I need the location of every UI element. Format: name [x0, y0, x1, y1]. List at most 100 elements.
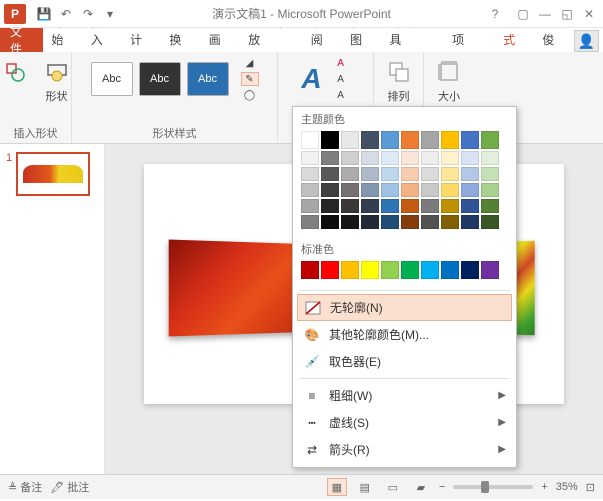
color-swatch[interactable] [401, 131, 419, 149]
color-swatch[interactable] [361, 131, 379, 149]
zoom-slider[interactable] [453, 485, 533, 489]
comments-button[interactable]: 🖊 批注 [50, 479, 89, 495]
arrange-button[interactable]: 排列 [379, 56, 419, 106]
arrows-item[interactable]: ⇄ 箭头(R) ▶ [293, 436, 516, 463]
color-swatch[interactable] [421, 151, 439, 165]
style-swatch-1[interactable]: Abc [91, 62, 133, 96]
color-swatch[interactable] [381, 131, 399, 149]
color-swatch[interactable] [441, 183, 459, 197]
color-swatch[interactable] [341, 167, 359, 181]
text-effects-button[interactable]: A [332, 88, 350, 102]
tab-file[interactable]: 文件 [0, 28, 43, 52]
shape-outline-button[interactable]: ✎ [241, 72, 259, 86]
color-swatch[interactable] [361, 215, 379, 229]
close-icon[interactable]: ✕ [579, 4, 599, 24]
color-swatch[interactable] [321, 151, 339, 165]
restore-icon[interactable]: ◱ [557, 4, 577, 24]
color-swatch[interactable] [361, 151, 379, 165]
shapes-gallery-button[interactable] [0, 56, 35, 106]
color-swatch[interactable] [381, 215, 399, 229]
color-swatch[interactable] [361, 261, 379, 279]
text-fill-button[interactable]: A [332, 56, 350, 70]
dashes-item[interactable]: ┅ 虚线(S) ▶ [293, 409, 516, 436]
color-swatch[interactable] [321, 183, 339, 197]
shapes-button[interactable]: 形状 [37, 56, 77, 106]
color-swatch[interactable] [401, 151, 419, 165]
color-swatch[interactable] [381, 261, 399, 279]
color-swatch[interactable] [421, 183, 439, 197]
redo-icon[interactable]: ↷ [78, 4, 98, 24]
color-swatch[interactable] [341, 183, 359, 197]
color-swatch[interactable] [461, 261, 479, 279]
color-swatch[interactable] [421, 261, 439, 279]
color-swatch[interactable] [361, 183, 379, 197]
undo-icon[interactable]: ↶ [56, 4, 76, 24]
color-swatch[interactable] [481, 215, 499, 229]
color-swatch[interactable] [461, 215, 479, 229]
minimize-icon[interactable]: — [535, 4, 555, 24]
color-swatch[interactable] [421, 199, 439, 213]
slide-image-left[interactable] [169, 240, 310, 337]
color-swatch[interactable] [301, 215, 319, 229]
color-swatch[interactable] [441, 151, 459, 165]
color-swatch[interactable] [401, 183, 419, 197]
color-swatch[interactable] [321, 261, 339, 279]
color-swatch[interactable] [461, 131, 479, 149]
color-swatch[interactable] [381, 199, 399, 213]
color-swatch[interactable] [401, 167, 419, 181]
color-swatch[interactable] [361, 199, 379, 213]
color-swatch[interactable] [441, 215, 459, 229]
wordart-icon[interactable]: A [301, 63, 321, 95]
normal-view-button[interactable]: ▦ [327, 478, 347, 496]
color-swatch[interactable] [441, 167, 459, 181]
color-swatch[interactable] [401, 261, 419, 279]
color-swatch[interactable] [341, 131, 359, 149]
color-swatch[interactable] [301, 131, 319, 149]
color-swatch[interactable] [421, 215, 439, 229]
color-swatch[interactable] [341, 199, 359, 213]
color-swatch[interactable] [481, 167, 499, 181]
color-swatch[interactable] [481, 151, 499, 165]
weight-item[interactable]: ≡ 粗细(W) ▶ [293, 382, 516, 409]
color-swatch[interactable] [441, 261, 459, 279]
eyedropper-item[interactable]: 💉 取色器(E) [293, 348, 516, 375]
color-swatch[interactable] [401, 199, 419, 213]
thumbnail-item[interactable]: 1 [6, 152, 98, 196]
color-swatch[interactable] [321, 215, 339, 229]
color-swatch[interactable] [381, 183, 399, 197]
help-icon[interactable]: ? [485, 4, 505, 24]
color-swatch[interactable] [481, 261, 499, 279]
color-swatch[interactable] [441, 131, 459, 149]
style-swatch-2[interactable]: Abc [139, 62, 181, 96]
ribbon-options-icon[interactable]: ▢ [513, 4, 533, 24]
notes-button[interactable]: ≜ 备注 [8, 479, 42, 495]
color-swatch[interactable] [301, 199, 319, 213]
shape-fill-button[interactable]: ◢ [241, 56, 259, 70]
color-swatch[interactable] [341, 151, 359, 165]
color-swatch[interactable] [321, 131, 339, 149]
color-swatch[interactable] [461, 199, 479, 213]
color-swatch[interactable] [301, 183, 319, 197]
zoom-out-button[interactable]: − [439, 481, 445, 493]
color-swatch[interactable] [361, 167, 379, 181]
color-swatch[interactable] [321, 167, 339, 181]
color-swatch[interactable] [321, 199, 339, 213]
color-swatch[interactable] [461, 151, 479, 165]
color-swatch[interactable] [441, 199, 459, 213]
text-outline-button[interactable]: A [332, 72, 350, 86]
color-swatch[interactable] [461, 183, 479, 197]
shape-effects-button[interactable]: ◯ [241, 88, 259, 102]
color-swatch[interactable] [401, 215, 419, 229]
reading-view-button[interactable]: ▭ [383, 478, 403, 496]
zoom-level[interactable]: 35% [556, 481, 578, 493]
color-swatch[interactable] [461, 167, 479, 181]
qat-more-icon[interactable]: ▾ [100, 4, 120, 24]
size-button[interactable]: 大小 [429, 56, 469, 106]
color-swatch[interactable] [481, 183, 499, 197]
sorter-view-button[interactable]: ▤ [355, 478, 375, 496]
color-swatch[interactable] [301, 261, 319, 279]
color-swatch[interactable] [421, 167, 439, 181]
more-outline-colors-item[interactable]: 🎨 其他轮廓颜色(M)... [293, 321, 516, 348]
color-swatch[interactable] [341, 215, 359, 229]
color-swatch[interactable] [301, 151, 319, 165]
